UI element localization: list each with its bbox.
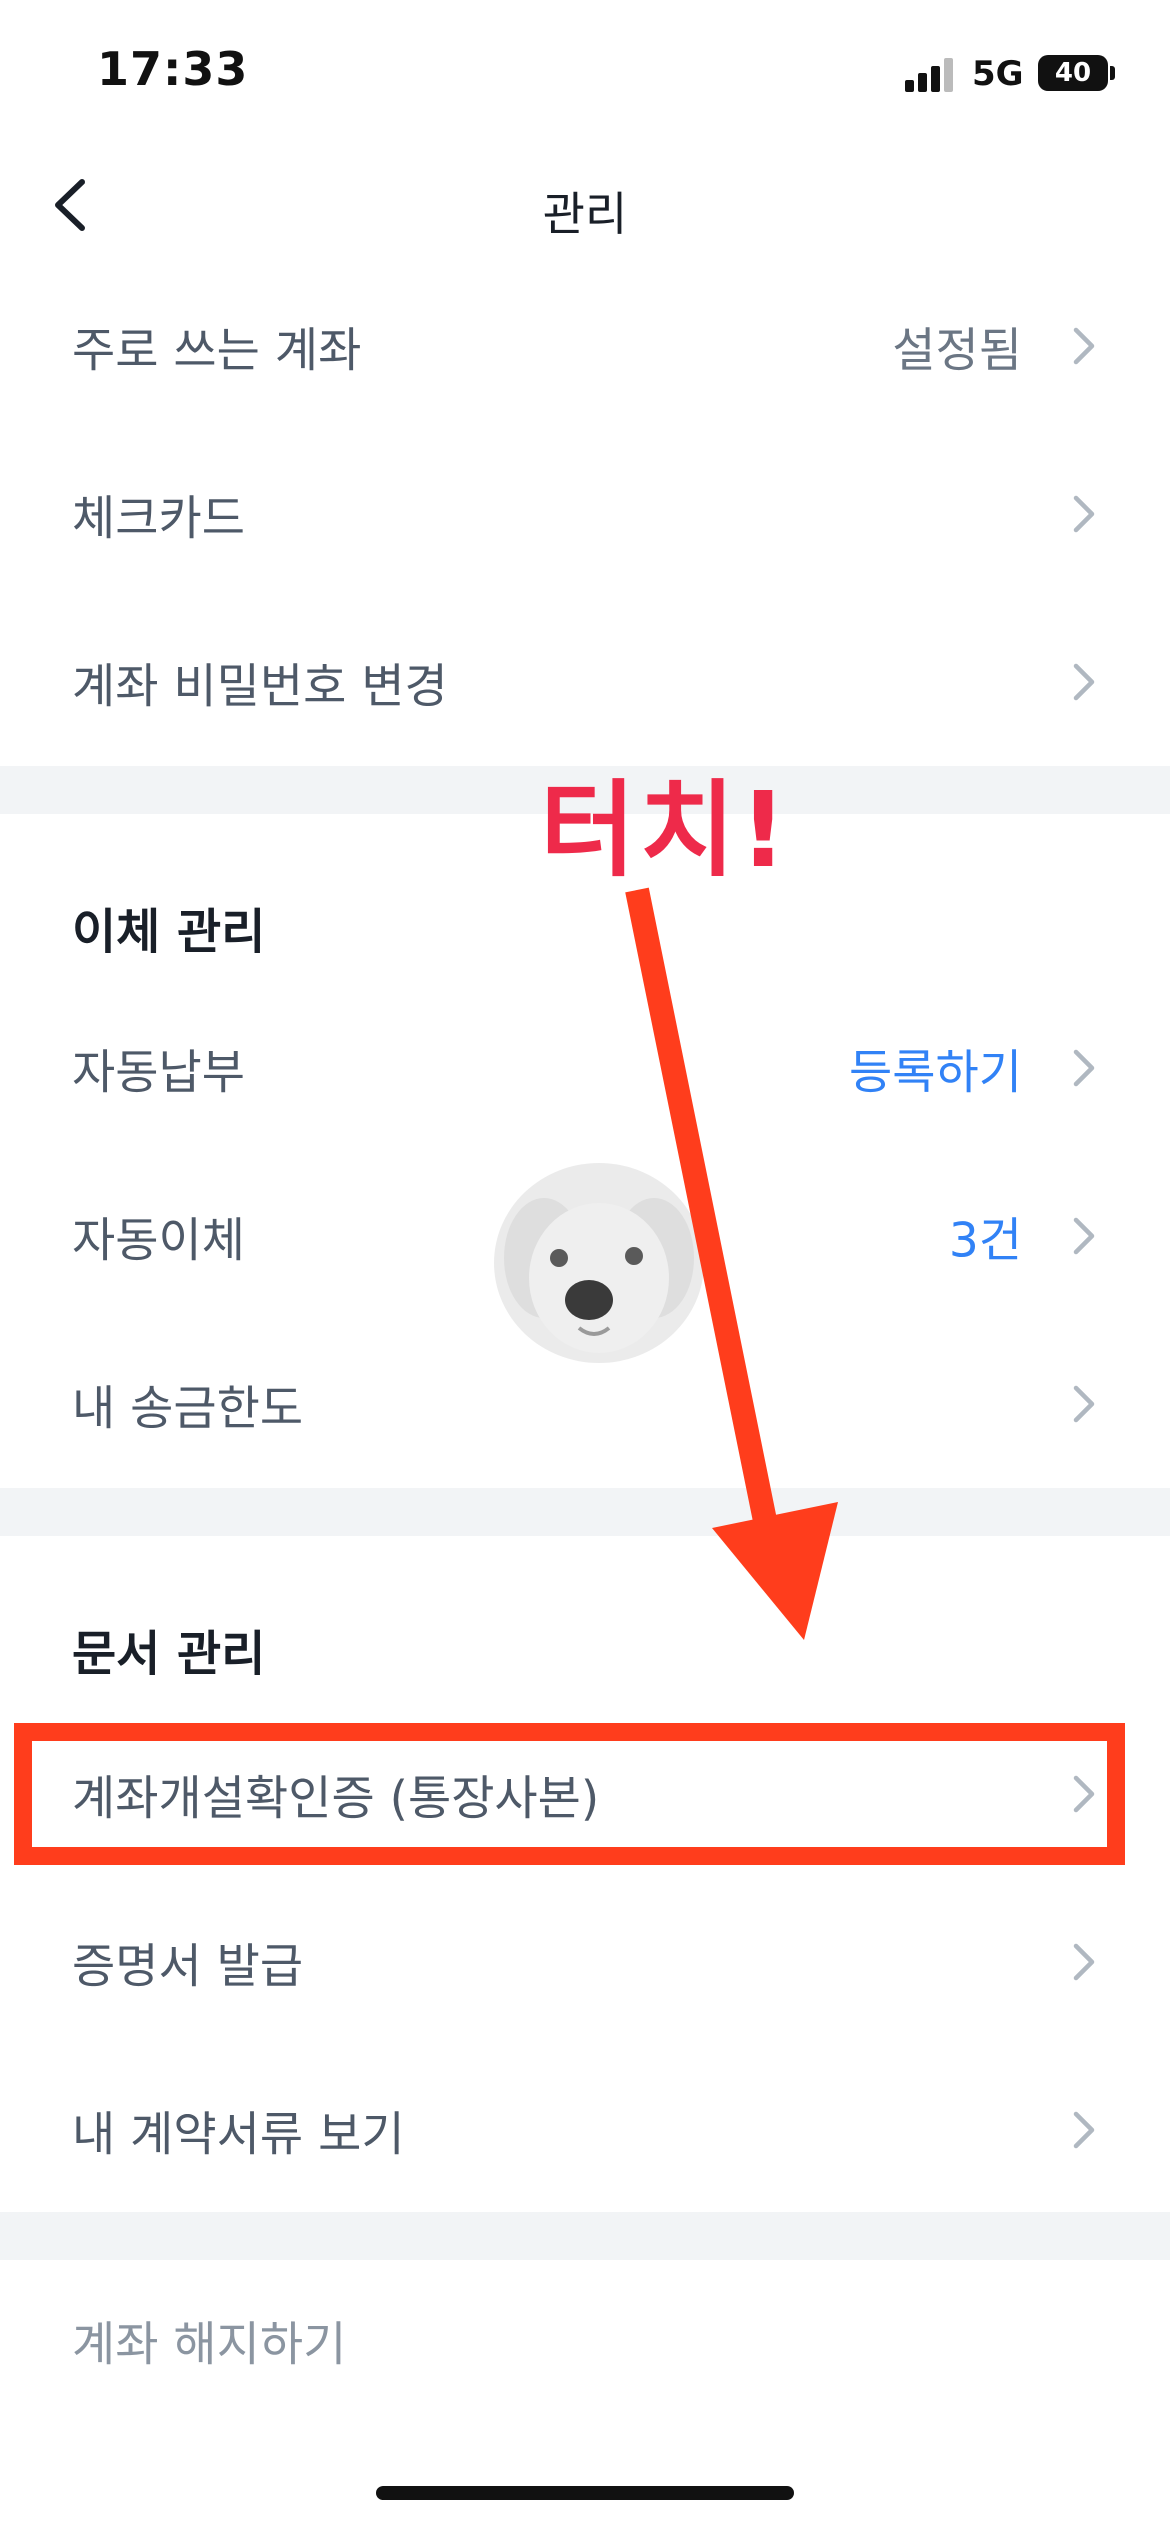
row-value: 3건 bbox=[948, 1213, 1022, 1269]
annotation-touch-text: 터치! bbox=[540, 769, 791, 891]
section-title-transfer: 이체 관리 bbox=[72, 904, 266, 960]
chevron-right-icon bbox=[1073, 1049, 1095, 1087]
chevron-right-icon bbox=[1073, 1943, 1095, 1981]
battery-tip bbox=[1110, 66, 1115, 80]
row-value: 등록하기 bbox=[849, 1045, 1022, 1101]
highlight-box bbox=[14, 1723, 1125, 1865]
page-title: 관리 bbox=[542, 187, 628, 241]
chevron-right-icon bbox=[1073, 1385, 1095, 1423]
section-title-documents: 문서 관리 bbox=[72, 1626, 266, 1682]
row-value: 설정됨 bbox=[892, 323, 1022, 379]
list-item-password-change[interactable]: 계좌 비밀번호 변경 bbox=[0, 602, 1170, 762]
row-label: 주로 쓰는 계좌 bbox=[72, 323, 362, 379]
chevron-right-icon bbox=[1073, 2111, 1095, 2149]
row-label: 체크카드 bbox=[72, 491, 245, 547]
battery-level: 40 bbox=[1054, 58, 1092, 88]
list-item-certificate-issue[interactable]: 증명서 발급 bbox=[0, 1882, 1170, 2042]
list-item-my-contracts[interactable]: 내 계약서류 보기 bbox=[0, 2050, 1170, 2210]
dog-sticker-icon bbox=[494, 1163, 704, 1363]
row-label: 계좌 비밀번호 변경 bbox=[72, 659, 448, 715]
close-account-button[interactable]: 계좌 해지하기 bbox=[0, 2260, 1170, 2420]
home-indicator bbox=[376, 2486, 794, 2500]
row-label: 내 계약서류 보기 bbox=[72, 2107, 405, 2163]
chevron-right-icon bbox=[1073, 327, 1095, 365]
list-item-auto-payment[interactable]: 자동납부 등록하기 bbox=[0, 988, 1170, 1148]
chevron-right-icon bbox=[1073, 663, 1095, 701]
network-label: 5G bbox=[972, 54, 1024, 94]
status-time: 17:33 bbox=[97, 42, 249, 96]
chevron-right-icon bbox=[1073, 1217, 1095, 1255]
list-item-main-account[interactable]: 주로 쓰는 계좌 설정됨 bbox=[0, 266, 1170, 426]
section-divider bbox=[0, 1488, 1170, 1536]
row-label: 자동납부 bbox=[72, 1045, 245, 1101]
battery-icon: 40 bbox=[1038, 55, 1108, 91]
signal-icon bbox=[905, 58, 955, 92]
row-label: 증명서 발급 bbox=[72, 1939, 304, 1995]
chevron-right-icon bbox=[1073, 495, 1095, 533]
row-label: 자동이체 bbox=[72, 1213, 245, 1269]
row-label: 내 송금한도 bbox=[72, 1381, 304, 1437]
row-label: 계좌 해지하기 bbox=[72, 2317, 347, 2373]
list-item-check-card[interactable]: 체크카드 bbox=[0, 434, 1170, 594]
section-divider bbox=[0, 2212, 1170, 2260]
